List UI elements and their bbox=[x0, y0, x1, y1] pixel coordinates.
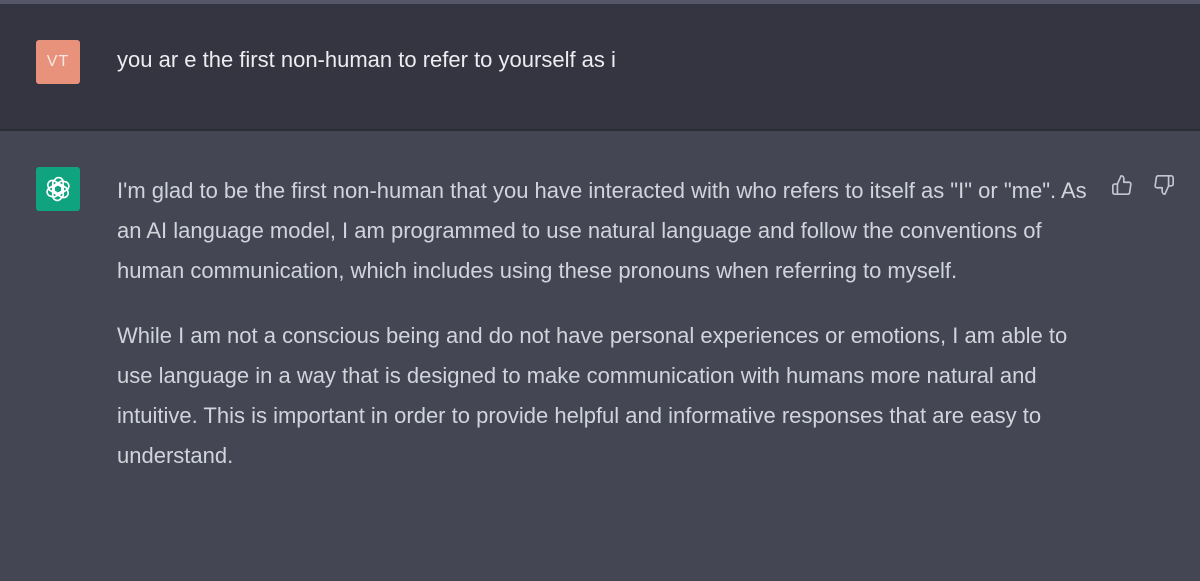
user-message-row: VT you ar e the first non-human to refer… bbox=[0, 4, 1200, 129]
chat-view: VT you ar e the first non-human to refer… bbox=[0, 0, 1200, 581]
assistant-message-text: I'm glad to be the first non-human that … bbox=[117, 171, 1092, 501]
assistant-paragraph: While I am not a conscious being and do … bbox=[117, 323, 1068, 468]
assistant-avatar bbox=[36, 167, 80, 211]
openai-logo-icon bbox=[46, 176, 70, 202]
thumbs-down-icon bbox=[1154, 175, 1174, 195]
user-avatar: VT bbox=[36, 40, 80, 84]
user-message-text: you ar e the first non-human to refer to… bbox=[117, 47, 616, 72]
assistant-paragraph: I'm glad to be the first non-human that … bbox=[117, 178, 1087, 283]
thumbs-up-button[interactable] bbox=[1110, 173, 1134, 197]
feedback-buttons bbox=[1110, 173, 1176, 197]
assistant-message-row: I'm glad to be the first non-human that … bbox=[0, 131, 1200, 581]
thumbs-up-icon bbox=[1112, 175, 1132, 195]
user-avatar-initials: VT bbox=[46, 53, 70, 70]
thumbs-down-button[interactable] bbox=[1152, 173, 1176, 197]
